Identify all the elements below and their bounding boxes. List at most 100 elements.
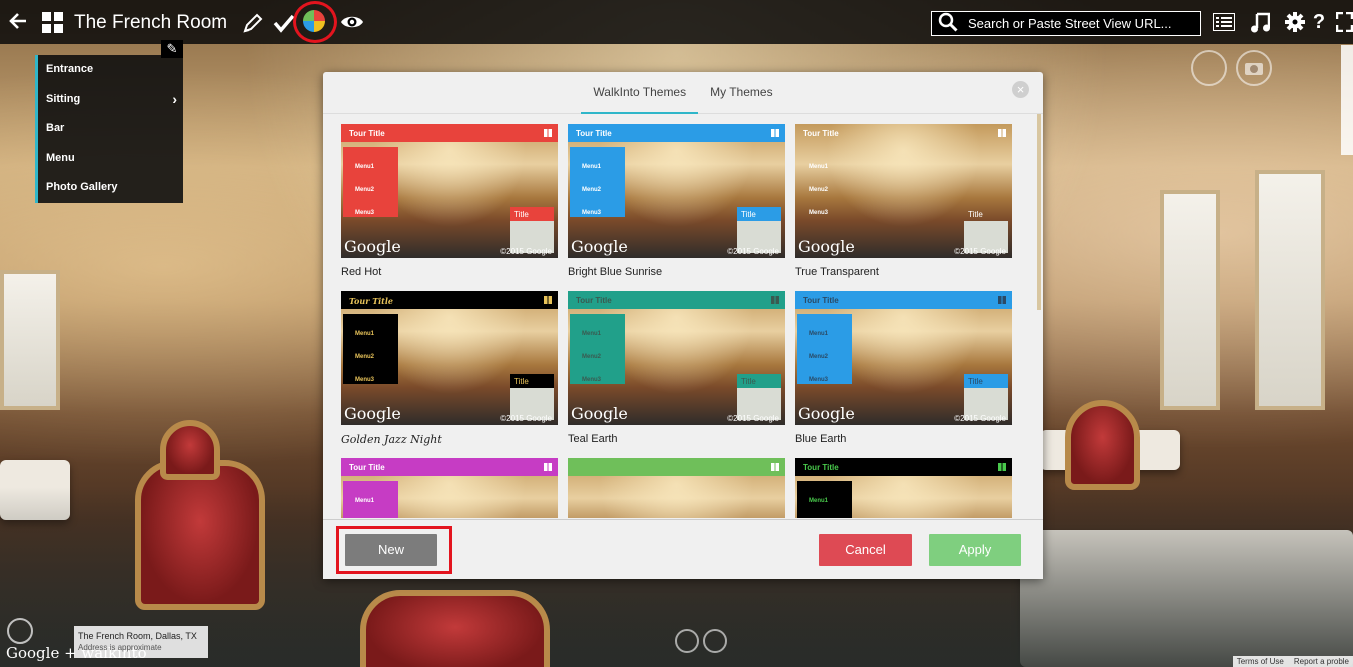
menu-item-label: Menu (46, 151, 75, 164)
google-logo: Google (798, 237, 855, 256)
preview-menu-item: Menu3 (809, 210, 829, 216)
settings-circle-icon[interactable] (703, 629, 727, 653)
apply-button[interactable]: Apply (929, 534, 1021, 566)
theme-card[interactable]: Tour Title Menu1 Menu2 (341, 458, 558, 518)
preview-title-bar: Tour Title (341, 291, 558, 309)
menu-item-menu[interactable]: Menu (38, 144, 183, 174)
back-arrow-icon[interactable] (8, 11, 28, 31)
google-logo: Google (571, 237, 628, 256)
theme-card[interactable]: Tour Title Menu1 Menu2 Menu3 Title Google ©201… (341, 291, 558, 446)
tab-walkinto-themes[interactable]: WalkInto Themes (581, 72, 699, 114)
theme-tabs: WalkInto Themes My Themes (323, 72, 1043, 114)
preview-grid-icon (998, 463, 1006, 471)
theme-card[interactable]: Tour Title Menu1 Menu2 Menu3 Title Google ©201… (795, 291, 1012, 445)
search-placeholder: Search or Paste Street View URL... (968, 16, 1172, 31)
grid-icon[interactable] (42, 12, 63, 33)
menu-item-sitting[interactable]: Sitting › (38, 85, 183, 115)
scrollbar[interactable] (1037, 114, 1041, 310)
theme-preview: Tour Title Menu1 Menu2 (341, 458, 558, 518)
theme-grid: Tour Title Menu1 Menu2 Menu3 Title Google ©201… (341, 124, 1021, 518)
preview-menu: Menu1 Menu2 Menu3 (797, 147, 852, 217)
close-icon[interactable]: × (1012, 81, 1029, 98)
top-toolbar: The French Room Search or Paste Street V… (0, 0, 1353, 44)
preview-menu-item: Menu1 (355, 164, 375, 170)
preview-title-bar: Tour Title (341, 124, 558, 142)
info-panel-button[interactable] (1191, 50, 1227, 86)
preview-menu-item: Menu1 (809, 331, 829, 337)
menu-item-label: Bar (46, 122, 65, 134)
theme-preview: Tour Title Menu1 Menu2 Menu3 Title Google ©201… (795, 291, 1012, 425)
gear-icon[interactable] (1285, 12, 1305, 32)
preview-menu-item: Menu1 (355, 331, 375, 337)
theme-preview: Tour Title Menu1 Menu2 Menu3 Title Google ©201… (795, 124, 1012, 258)
preview-menu-item: Menu1 (582, 331, 602, 337)
fullscreen-icon[interactable] (1336, 12, 1353, 32)
menu-item-photo-gallery[interactable]: Photo Gallery (38, 173, 183, 203)
zoom-control[interactable] (1341, 45, 1353, 155)
preview-title-bar: Tour Title (803, 129, 839, 138)
camera-icon (1245, 63, 1263, 75)
tab-my-themes[interactable]: My Themes (698, 72, 784, 114)
chair (160, 420, 220, 480)
preview-menu-item: Menu1 (809, 498, 829, 504)
preview-menu-item: Menu2 (582, 354, 602, 360)
preview-menu-item: Menu2 (809, 187, 829, 193)
preview-menu-item: Menu2 (355, 354, 375, 360)
preview-title-label: Title (737, 374, 781, 388)
google-logo: Google (571, 404, 628, 423)
preview-grid-icon (544, 296, 552, 304)
preview-menu: Menu1 Menu2 Menu3 (343, 147, 398, 217)
theme-card[interactable]: Tour Title Menu1 Menu2 Menu3 Title Google ©201… (568, 124, 785, 278)
pencil-icon[interactable] (242, 12, 264, 34)
theme-name: Golden Jazz Night (341, 433, 442, 446)
theme-card[interactable]: Tour Title Menu1 Menu2 (795, 458, 1012, 518)
music-icon[interactable] (1250, 11, 1270, 33)
street-view-toggle-icon[interactable] (7, 618, 33, 644)
menu-item-label: Photo Gallery (46, 181, 118, 193)
preview-grid-icon (771, 129, 779, 137)
search-input[interactable]: Search or Paste Street View URL... (931, 11, 1201, 36)
theme-card[interactable]: Tour Title Menu1 Menu2 Menu3 Title Google ©201… (341, 124, 558, 278)
preview-grid-icon (544, 129, 552, 137)
preview-title-bar: Tour Title (795, 291, 1012, 309)
copyright-text: ©2015 Google (727, 414, 779, 423)
window-right-2 (1255, 170, 1325, 410)
theme-name: Blue Earth (795, 433, 847, 445)
window-right (1160, 190, 1220, 410)
google-logo: Google (344, 237, 401, 256)
preview-title-bar: Tour Title (795, 458, 1012, 476)
theme-card[interactable] (568, 458, 785, 518)
list-icon[interactable] (1213, 13, 1235, 31)
cancel-button[interactable]: Cancel (819, 534, 912, 566)
copyright-text: ©2015 Google (500, 247, 552, 256)
preview-menu: Menu1 Menu2 Menu3 (570, 147, 625, 217)
play-icon[interactable] (675, 629, 699, 653)
theme-preview: Tour Title Menu1 Menu2 Menu3 Title Google ©201… (568, 124, 785, 258)
check-icon[interactable] (273, 13, 295, 33)
tour-navigation-menu: ✎ Entrance Sitting › Bar Menu Photo Gall… (35, 40, 183, 203)
preview-grid-icon (544, 463, 552, 471)
preview-menu-item: Menu3 (355, 210, 375, 216)
terms-link[interactable]: Terms of Use (1237, 657, 1284, 666)
report-link[interactable]: Report a proble (1294, 657, 1349, 666)
menu-item-entrance[interactable]: Entrance (38, 55, 183, 85)
theme-dialog: WalkInto Themes My Themes × Tour Title Me… (323, 72, 1043, 579)
eye-icon[interactable] (340, 12, 364, 32)
copyright-text: ©2015 Google (954, 247, 1006, 256)
new-button-highlight (336, 526, 452, 574)
address-box: The French Room, Dallas, TX Address is a… (74, 626, 208, 658)
preview-title-label: Title (968, 210, 983, 219)
window-left (0, 270, 60, 410)
preview-menu-item: Menu1 (355, 498, 375, 504)
theme-name: True Transparent (795, 266, 879, 278)
theme-preview (568, 458, 785, 518)
theme-card[interactable]: Tour Title Menu1 Menu2 Menu3 Title Google ©201… (568, 291, 785, 445)
theme-card[interactable]: Tour Title Menu1 Menu2 Menu3 Title Google ©201… (795, 124, 1012, 278)
preview-title-label: Title (737, 207, 781, 221)
help-icon[interactable]: ? (1312, 11, 1326, 33)
google-logo: Google (344, 404, 401, 423)
menu-item-bar[interactable]: Bar (38, 114, 183, 144)
camera-button[interactable] (1236, 50, 1272, 86)
theme-preview: Tour Title Menu1 Menu2 Menu3 Title Google ©201… (568, 291, 785, 425)
footer-links: Terms of Use Report a proble (1232, 656, 1353, 667)
